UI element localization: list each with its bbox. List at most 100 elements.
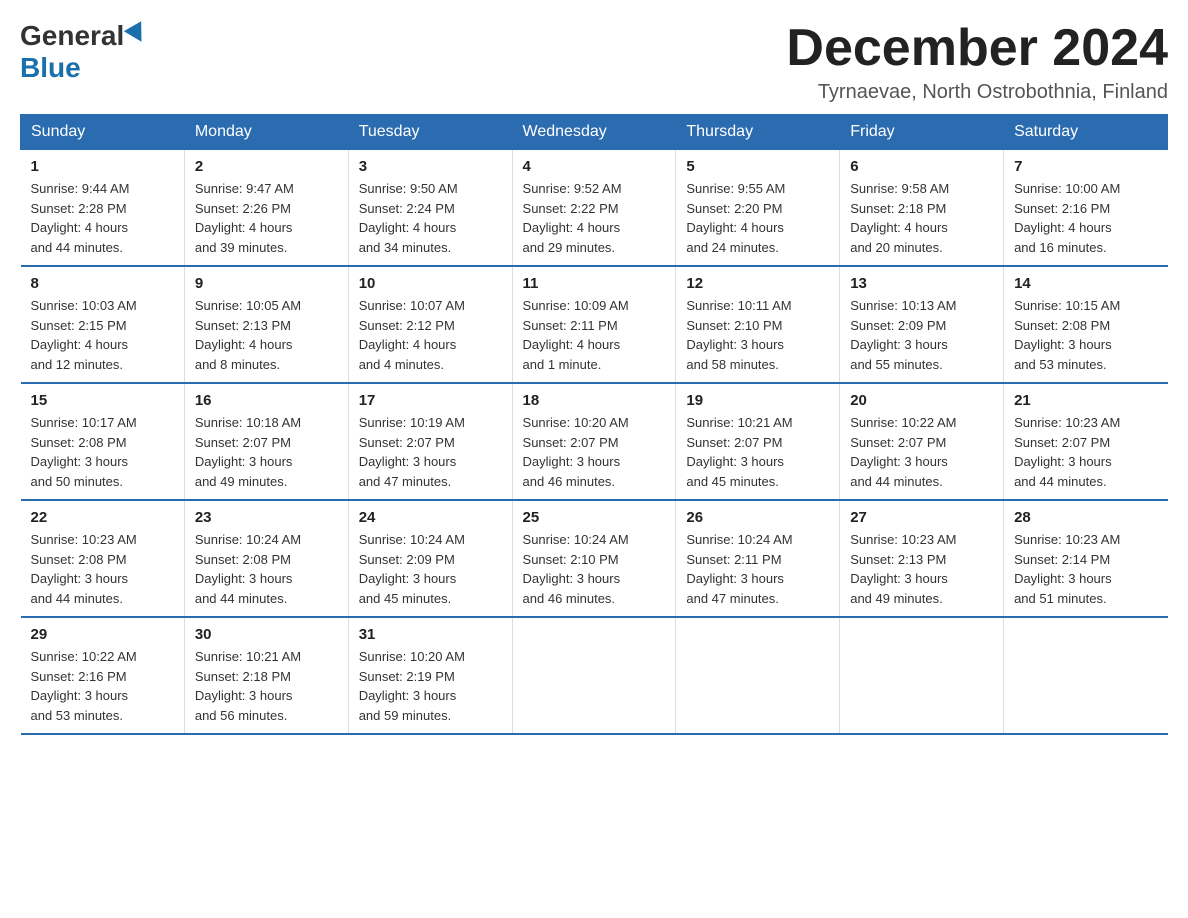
day-info: Sunrise: 10:24 AMSunset: 2:08 PMDaylight… <box>195 530 338 608</box>
calendar-cell: 10 Sunrise: 10:07 AMSunset: 2:12 PMDayli… <box>348 266 512 383</box>
calendar-cell: 19 Sunrise: 10:21 AMSunset: 2:07 PMDayli… <box>676 383 840 500</box>
day-info: Sunrise: 10:24 AMSunset: 2:09 PMDaylight… <box>359 530 502 608</box>
calendar-cell: 8 Sunrise: 10:03 AMSunset: 2:15 PMDaylig… <box>21 266 185 383</box>
calendar-cell: 9 Sunrise: 10:05 AMSunset: 2:13 PMDaylig… <box>184 266 348 383</box>
calendar-week-row: 8 Sunrise: 10:03 AMSunset: 2:15 PMDaylig… <box>21 266 1168 383</box>
day-number: 13 <box>850 275 993 292</box>
day-info: Sunrise: 10:20 AMSunset: 2:07 PMDaylight… <box>523 413 666 491</box>
day-info: Sunrise: 10:13 AMSunset: 2:09 PMDaylight… <box>850 296 993 374</box>
calendar-cell: 15 Sunrise: 10:17 AMSunset: 2:08 PMDayli… <box>21 383 185 500</box>
calendar-cell: 2 Sunrise: 9:47 AMSunset: 2:26 PMDayligh… <box>184 150 348 267</box>
logo-triangle-icon <box>124 21 150 47</box>
calendar-cell <box>512 617 676 734</box>
day-info: Sunrise: 10:23 AMSunset: 2:13 PMDaylight… <box>850 530 993 608</box>
day-number: 28 <box>1014 509 1157 526</box>
day-number: 21 <box>1014 392 1157 409</box>
calendar-cell: 4 Sunrise: 9:52 AMSunset: 2:22 PMDayligh… <box>512 150 676 267</box>
calendar-cell: 20 Sunrise: 10:22 AMSunset: 2:07 PMDayli… <box>840 383 1004 500</box>
calendar-cell: 16 Sunrise: 10:18 AMSunset: 2:07 PMDayli… <box>184 383 348 500</box>
day-number: 25 <box>523 509 666 526</box>
calendar-week-row: 15 Sunrise: 10:17 AMSunset: 2:08 PMDayli… <box>21 383 1168 500</box>
day-info: Sunrise: 9:55 AMSunset: 2:20 PMDaylight:… <box>686 179 829 257</box>
month-title: December 2024 <box>786 20 1168 77</box>
calendar-cell: 30 Sunrise: 10:21 AMSunset: 2:18 PMDayli… <box>184 617 348 734</box>
day-info: Sunrise: 10:23 AMSunset: 2:07 PMDaylight… <box>1014 413 1157 491</box>
day-number: 5 <box>686 158 829 175</box>
calendar-cell: 18 Sunrise: 10:20 AMSunset: 2:07 PMDayli… <box>512 383 676 500</box>
calendar-cell: 7 Sunrise: 10:00 AMSunset: 2:16 PMDaylig… <box>1004 150 1168 267</box>
logo: General Blue <box>20 20 147 84</box>
calendar-table: SundayMondayTuesdayWednesdayThursdayFrid… <box>20 114 1168 735</box>
day-info: Sunrise: 10:21 AMSunset: 2:18 PMDaylight… <box>195 647 338 725</box>
logo-blue-text: Blue <box>20 52 81 84</box>
day-number: 22 <box>31 509 174 526</box>
calendar-week-row: 1 Sunrise: 9:44 AMSunset: 2:28 PMDayligh… <box>21 150 1168 267</box>
day-number: 10 <box>359 275 502 292</box>
day-info: Sunrise: 10:21 AMSunset: 2:07 PMDaylight… <box>686 413 829 491</box>
calendar-week-row: 22 Sunrise: 10:23 AMSunset: 2:08 PMDayli… <box>21 500 1168 617</box>
day-number: 3 <box>359 158 502 175</box>
day-number: 19 <box>686 392 829 409</box>
day-header-sunday: Sunday <box>21 115 185 150</box>
day-number: 26 <box>686 509 829 526</box>
day-info: Sunrise: 10:23 AMSunset: 2:14 PMDaylight… <box>1014 530 1157 608</box>
day-number: 2 <box>195 158 338 175</box>
day-header-friday: Friday <box>840 115 1004 150</box>
day-info: Sunrise: 10:07 AMSunset: 2:12 PMDaylight… <box>359 296 502 374</box>
day-info: Sunrise: 10:20 AMSunset: 2:19 PMDaylight… <box>359 647 502 725</box>
day-header-thursday: Thursday <box>676 115 840 150</box>
day-number: 20 <box>850 392 993 409</box>
day-info: Sunrise: 10:05 AMSunset: 2:13 PMDaylight… <box>195 296 338 374</box>
calendar-cell: 11 Sunrise: 10:09 AMSunset: 2:11 PMDayli… <box>512 266 676 383</box>
page-header: General Blue December 2024 Tyrnaevae, No… <box>20 20 1168 104</box>
day-header-saturday: Saturday <box>1004 115 1168 150</box>
calendar-cell: 29 Sunrise: 10:22 AMSunset: 2:16 PMDayli… <box>21 617 185 734</box>
day-info: Sunrise: 10:03 AMSunset: 2:15 PMDaylight… <box>31 296 174 374</box>
calendar-cell: 21 Sunrise: 10:23 AMSunset: 2:07 PMDayli… <box>1004 383 1168 500</box>
day-number: 30 <box>195 626 338 643</box>
day-info: Sunrise: 9:50 AMSunset: 2:24 PMDaylight:… <box>359 179 502 257</box>
location-subtitle: Tyrnaevae, North Ostrobothnia, Finland <box>786 81 1168 104</box>
day-number: 14 <box>1014 275 1157 292</box>
day-number: 31 <box>359 626 502 643</box>
day-info: Sunrise: 9:58 AMSunset: 2:18 PMDaylight:… <box>850 179 993 257</box>
calendar-cell: 14 Sunrise: 10:15 AMSunset: 2:08 PMDayli… <box>1004 266 1168 383</box>
day-number: 17 <box>359 392 502 409</box>
day-header-tuesday: Tuesday <box>348 115 512 150</box>
day-header-monday: Monday <box>184 115 348 150</box>
calendar-cell: 1 Sunrise: 9:44 AMSunset: 2:28 PMDayligh… <box>21 150 185 267</box>
calendar-cell: 22 Sunrise: 10:23 AMSunset: 2:08 PMDayli… <box>21 500 185 617</box>
day-number: 15 <box>31 392 174 409</box>
title-section: December 2024 Tyrnaevae, North Ostroboth… <box>786 20 1168 104</box>
calendar-cell: 3 Sunrise: 9:50 AMSunset: 2:24 PMDayligh… <box>348 150 512 267</box>
day-number: 8 <box>31 275 174 292</box>
day-info: Sunrise: 10:24 AMSunset: 2:11 PMDaylight… <box>686 530 829 608</box>
day-info: Sunrise: 9:52 AMSunset: 2:22 PMDaylight:… <box>523 179 666 257</box>
calendar-cell: 12 Sunrise: 10:11 AMSunset: 2:10 PMDayli… <box>676 266 840 383</box>
calendar-cell <box>1004 617 1168 734</box>
day-info: Sunrise: 10:24 AMSunset: 2:10 PMDaylight… <box>523 530 666 608</box>
calendar-cell: 5 Sunrise: 9:55 AMSunset: 2:20 PMDayligh… <box>676 150 840 267</box>
day-info: Sunrise: 10:09 AMSunset: 2:11 PMDaylight… <box>523 296 666 374</box>
day-number: 18 <box>523 392 666 409</box>
calendar-cell <box>676 617 840 734</box>
day-number: 1 <box>31 158 174 175</box>
calendar-cell <box>840 617 1004 734</box>
calendar-cell: 31 Sunrise: 10:20 AMSunset: 2:19 PMDayli… <box>348 617 512 734</box>
day-number: 12 <box>686 275 829 292</box>
calendar-cell: 27 Sunrise: 10:23 AMSunset: 2:13 PMDayli… <box>840 500 1004 617</box>
day-info: Sunrise: 10:17 AMSunset: 2:08 PMDaylight… <box>31 413 174 491</box>
day-number: 7 <box>1014 158 1157 175</box>
day-number: 29 <box>31 626 174 643</box>
calendar-cell: 6 Sunrise: 9:58 AMSunset: 2:18 PMDayligh… <box>840 150 1004 267</box>
calendar-cell: 25 Sunrise: 10:24 AMSunset: 2:10 PMDayli… <box>512 500 676 617</box>
calendar-cell: 26 Sunrise: 10:24 AMSunset: 2:11 PMDayli… <box>676 500 840 617</box>
day-number: 4 <box>523 158 666 175</box>
day-number: 27 <box>850 509 993 526</box>
calendar-cell: 24 Sunrise: 10:24 AMSunset: 2:09 PMDayli… <box>348 500 512 617</box>
day-number: 16 <box>195 392 338 409</box>
day-info: Sunrise: 10:19 AMSunset: 2:07 PMDaylight… <box>359 413 502 491</box>
calendar-cell: 28 Sunrise: 10:23 AMSunset: 2:14 PMDayli… <box>1004 500 1168 617</box>
day-info: Sunrise: 10:11 AMSunset: 2:10 PMDaylight… <box>686 296 829 374</box>
day-info: Sunrise: 9:47 AMSunset: 2:26 PMDaylight:… <box>195 179 338 257</box>
